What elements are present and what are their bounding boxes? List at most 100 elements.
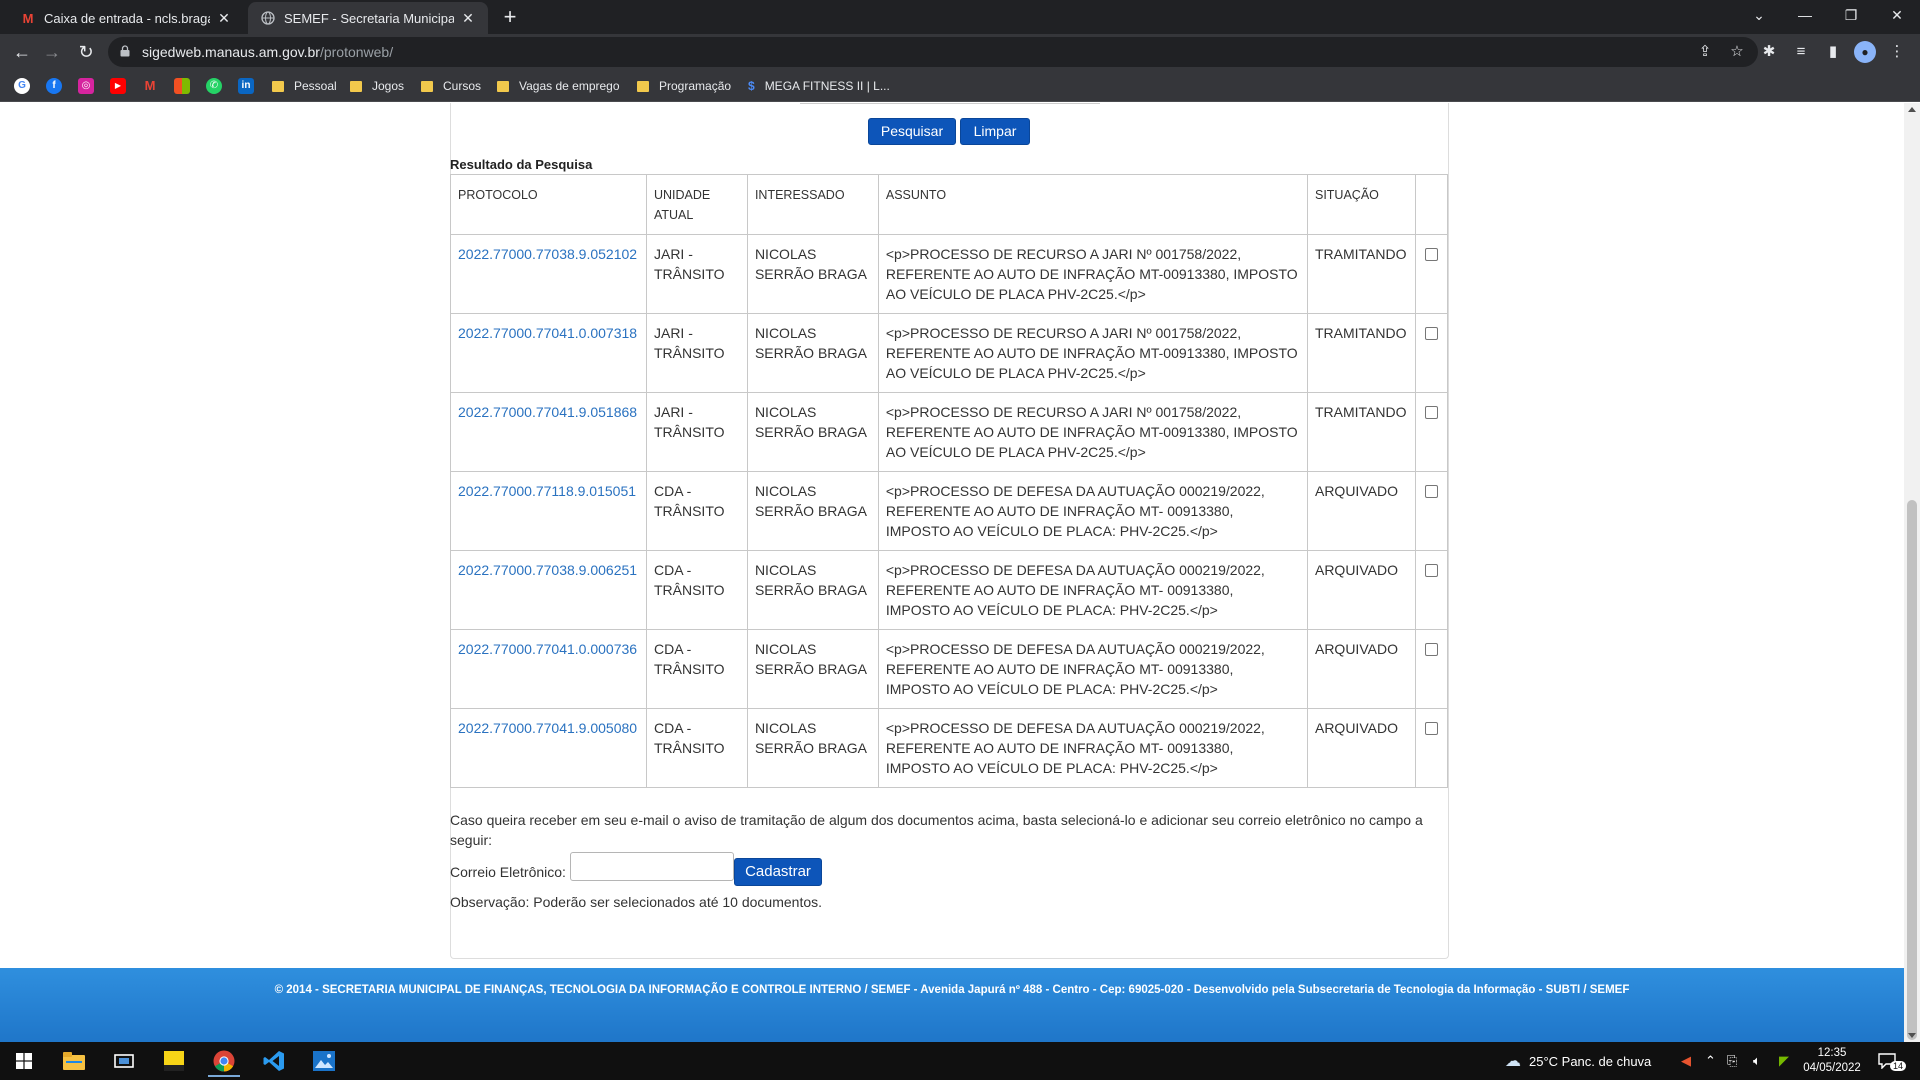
photos-app-icon[interactable] [300,1045,348,1077]
column-header-situacao: SITUAÇÃO [1306,174,1416,235]
row-checkbox[interactable] [1424,327,1438,340]
protocol-link[interactable]: 2022.77000.77041.0.000736 [450,629,647,709]
share-icon[interactable]: ⇪ [1694,41,1716,63]
instagram-icon[interactable]: ◎ [78,78,94,94]
notification-center-icon[interactable]: 14 [1878,1042,1907,1080]
tab-search-icon[interactable]: ⌄ [1736,0,1782,30]
cell-interessado: NICOLAS SERRÃO BRAGA [746,392,879,472]
tab-semef[interactable]: SEMEF - Secretaria Municipal de ✕ [248,2,488,34]
cell-select [1414,392,1449,472]
gmail-bookmark-icon[interactable]: M [142,78,158,94]
windows-taskbar: ☁ 25°C Panc. de chuva ◀ ⌃ ⎘ 🔈︎ ◤ 12:35 0… [0,1042,1920,1080]
row-checkbox[interactable] [1424,406,1438,419]
cell-unidade: JARI - TRÂNSITO [645,392,748,472]
minimize-button[interactable]: — [1782,0,1828,30]
cell-select [1414,629,1449,709]
notification-count-badge: 14 [1890,1061,1907,1071]
protocol-link[interactable]: 2022.77000.77041.9.005080 [450,708,647,788]
bookmark-folder-cursos[interactable]: Cursos [421,76,481,96]
nvidia-icon[interactable]: ◤ [1779,1042,1789,1080]
address-bar[interactable]: sigedweb.manaus.am.gov.br/protonweb/ ⇪ ☆ [108,37,1758,67]
cell-assunto: <p>PROCESSO DE DEFESA DA AUTUAÇÃO 000219… [877,708,1308,788]
close-tab-icon[interactable]: ✕ [216,10,232,27]
bookmark-folder-label: Programação [659,79,732,93]
protocol-link[interactable]: 2022.77000.77041.9.051868 [450,392,647,472]
bookmark-folder-jogos[interactable]: Jogos [350,76,404,96]
protocol-link[interactable]: 2022.77000.77041.0.007318 [450,313,647,393]
globe-icon [260,10,276,26]
cell-situacao: TRAMITANDO [1306,313,1416,393]
column-header-assunto: ASSUNTO [877,174,1308,235]
scroll-up-arrow-icon[interactable] [1908,107,1916,112]
bookmark-mega-fitness[interactable]: $ MEGA FITNESS II | L... [748,76,890,96]
bookmark-folder-label: Pessoal [294,79,337,93]
clock[interactable]: 12:35 04/05/2022 [1800,1042,1864,1080]
search-button[interactable]: Pesquisar [868,118,956,145]
lock-icon [120,45,130,57]
url-path: /protonweb/ [319,44,394,60]
column-header-protocolo: PROTOCOLO [450,174,647,235]
register-button[interactable]: Cadastrar [734,858,822,886]
divider [800,103,1100,104]
bookmark-folder-programacao[interactable]: Programação [637,76,731,96]
row-checkbox[interactable] [1424,643,1438,656]
profile-avatar-icon[interactable]: ● [1854,41,1876,63]
row-checkbox[interactable] [1424,248,1438,261]
forward-button[interactable]: → [38,38,66,66]
vscode-icon[interactable] [250,1045,298,1077]
row-checkbox[interactable] [1424,564,1438,577]
microsoft-icon[interactable] [174,78,190,94]
table-row: 2022.77000.77118.9.015051 CDA - TRÂNSITO… [450,471,1449,551]
side-panel-icon[interactable]: ▮ [1822,41,1844,63]
close-tab-icon[interactable]: ✕ [460,10,476,27]
page-content: Pesquisar Limpar Resultado da Pesquisa P… [0,103,1904,1042]
scrollbar-thumb[interactable] [1907,500,1917,1040]
scroll-down-arrow-icon[interactable] [1908,1033,1916,1038]
volume-muted-indicator-icon[interactable]: ◀ [1681,1042,1691,1080]
menu-kebab-icon[interactable]: ⋮ [1886,41,1908,63]
restore-button[interactable]: ❐ [1828,0,1874,30]
chrome-icon[interactable] [200,1045,248,1077]
reload-button[interactable]: ↻ [72,38,100,66]
cell-interessado: NICOLAS SERRÃO BRAGA [746,234,879,314]
bookmark-star-icon[interactable]: ☆ [1726,41,1748,63]
linkedin-icon[interactable]: in [238,78,254,94]
row-checkbox[interactable] [1424,485,1438,498]
protocol-link[interactable]: 2022.77000.77038.9.006251 [450,550,647,630]
sticky-notes-icon[interactable] [150,1045,198,1077]
cell-assunto: <p>PROCESSO DE DEFESA DA AUTUAÇÃO 000219… [877,471,1308,551]
whatsapp-icon[interactable]: ✆ [206,78,222,94]
extensions-icon[interactable]: ✱ [1758,41,1780,63]
windows-start-icon[interactable] [0,1045,48,1077]
weather-widget[interactable]: ☁ 25°C Panc. de chuva [1505,1042,1651,1080]
bookmark-folder-pessoal[interactable]: Pessoal [272,76,337,96]
volume-icon[interactable]: 🔈︎ [1753,1042,1761,1080]
bookmark-folder-vagas[interactable]: Vagas de emprego [497,76,620,96]
facebook-icon[interactable]: f [46,78,62,94]
task-view-icon[interactable] [100,1045,148,1077]
browser-tab-strip: M Caixa de entrada - ncls.braga19@ ✕ SEM… [0,0,1920,34]
bookmark-folder-label: Vagas de emprego [519,79,620,93]
media-control-icon[interactable]: ≡ [1790,41,1812,63]
close-window-button[interactable]: ✕ [1874,0,1920,30]
protocol-link[interactable]: 2022.77000.77038.9.052102 [450,234,647,314]
file-explorer-icon[interactable] [50,1045,98,1077]
new-tab-button[interactable]: + [498,5,522,29]
page-scrollbar[interactable] [1904,103,1920,1042]
youtube-icon[interactable]: ▶ [110,78,126,94]
cell-situacao: ARQUIVADO [1306,550,1416,630]
footer-text: © 2014 - SECRETARIA MUNICIPAL DE FINANÇA… [274,984,1630,996]
email-field[interactable] [570,852,734,881]
protocol-link[interactable]: 2022.77000.77118.9.015051 [450,471,647,551]
network-icon[interactable]: ⎘ [1727,1042,1737,1080]
tab-gmail[interactable]: M Caixa de entrada - ncls.braga19@ ✕ [8,2,244,34]
clear-button[interactable]: Limpar [960,118,1030,145]
back-button[interactable]: ← [8,38,36,66]
browser-toolbar: ← → ↻ sigedweb.manaus.am.gov.br/protonwe… [0,34,1920,70]
show-hidden-icons-icon[interactable]: ⌃ [1705,1042,1716,1080]
cell-unidade: CDA - TRÂNSITO [645,550,748,630]
folder-icon [272,80,284,92]
row-checkbox[interactable] [1424,722,1438,735]
google-icon[interactable]: G [14,78,30,94]
bookmark-folder-label: Jogos [372,79,405,93]
